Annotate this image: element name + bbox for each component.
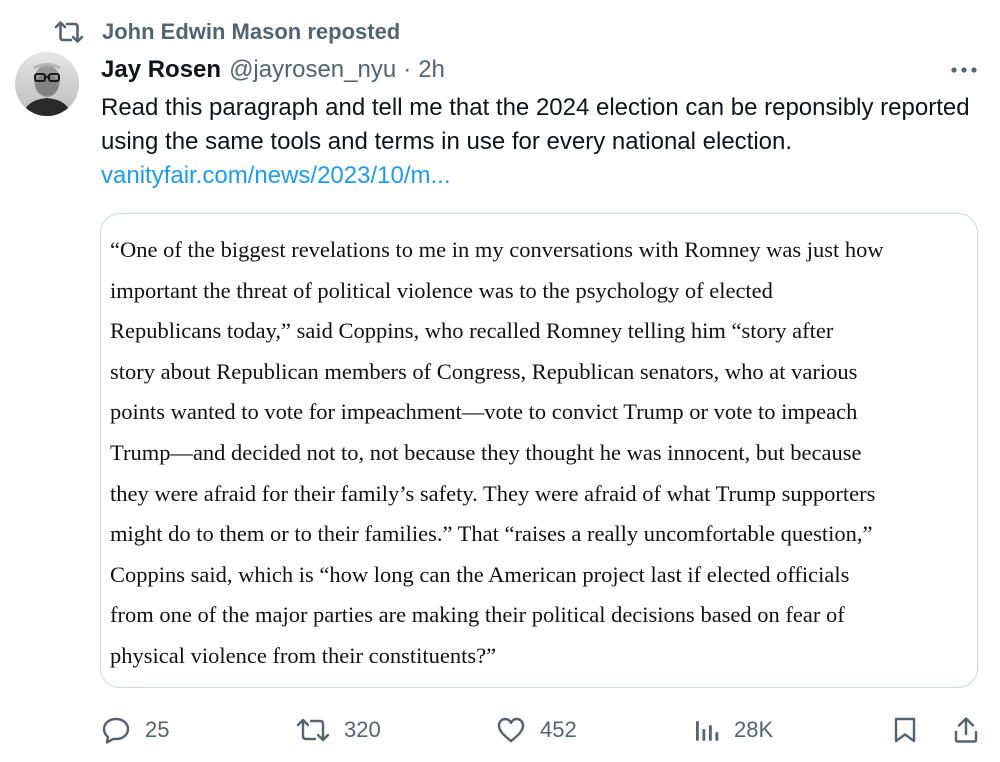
share-icon <box>953 716 979 744</box>
like-count: 452 <box>540 717 577 742</box>
bookmark-button[interactable] <box>893 708 917 752</box>
reply-icon <box>101 716 131 744</box>
tweet-timestamp[interactable]: 2h <box>418 56 445 84</box>
action-bar: 25 320 452 28K <box>0 708 1000 752</box>
views-icon <box>694 717 720 743</box>
quote-image-card[interactable]: “One of the biggest revelations to me in… <box>100 213 978 688</box>
tweet-text: Read this paragraph and tell me that the… <box>101 94 970 155</box>
like-button[interactable]: 452 <box>496 708 577 752</box>
reply-button[interactable]: 25 <box>101 708 169 752</box>
repost-count: 320 <box>344 717 381 742</box>
repost-icon <box>296 717 330 743</box>
author-handle[interactable]: @jayrosen_nyu <box>229 56 396 84</box>
header-separator: · <box>403 56 412 83</box>
bookmark-icon <box>893 716 917 744</box>
share-button[interactable] <box>953 708 979 752</box>
repost-icon <box>54 20 84 44</box>
tweet-header: Jay Rosen @jayrosen_nyu · 2h <box>101 54 445 86</box>
reply-count: 25 <box>145 717 170 742</box>
author-display-name[interactable]: Jay Rosen <box>101 56 221 84</box>
avatar[interactable] <box>15 52 79 116</box>
repost-button[interactable]: 320 <box>296 708 381 752</box>
views-count: 28K <box>734 717 774 742</box>
heart-icon <box>496 716 526 744</box>
repost-label: John Edwin Mason reposted <box>102 19 401 44</box>
tweet-link[interactable]: vanityfair.com/news/2023/10/m... <box>101 159 986 193</box>
more-button[interactable] <box>944 58 984 82</box>
quote-text: “One of the biggest revelations to me in… <box>110 237 884 668</box>
views-button[interactable]: 28K <box>694 708 773 752</box>
tweet-body: Read this paragraph and tell me that the… <box>101 91 986 193</box>
repost-indicator[interactable]: John Edwin Mason reposted <box>54 16 400 48</box>
more-horizontal-icon <box>950 66 978 74</box>
